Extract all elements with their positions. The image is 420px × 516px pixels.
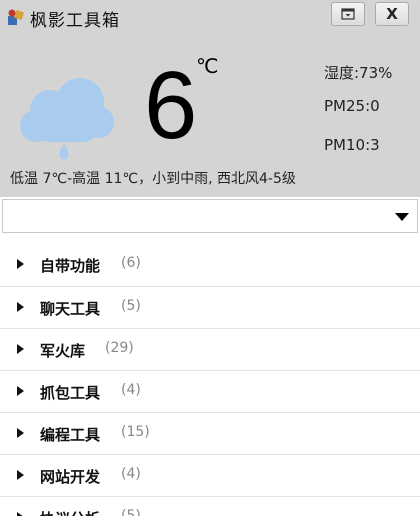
category-item[interactable]: 网站开发 (4) <box>0 454 420 496</box>
category-count: (4) <box>121 382 141 398</box>
title-bar[interactable]: 枫影工具箱 X <box>0 0 420 34</box>
toolbox-window: 枫影工具箱 X 6 ℃ 湿度:73% PM25:0 PM10:3 低温 7℃-高… <box>0 0 420 516</box>
category-label: 自带功能 <box>40 257 101 275</box>
expand-arrow-icon <box>17 344 24 354</box>
pm10-text: PM10:3 <box>324 136 380 154</box>
close-icon: X <box>386 5 398 23</box>
category-item[interactable]: 编程工具 (15) <box>0 412 420 454</box>
category-count: (29) <box>105 340 134 356</box>
expand-arrow-icon <box>17 428 24 438</box>
category-label: 编程工具 <box>40 426 101 444</box>
expand-arrow-icon <box>17 386 24 396</box>
temperature-value: 6 <box>144 52 198 159</box>
category-label: 聊天工具 <box>40 300 101 318</box>
menu-button[interactable] <box>331 2 365 26</box>
toolbox-app-icon <box>8 9 25 25</box>
chevron-down-icon <box>395 213 409 221</box>
category-count: (5) <box>121 508 141 516</box>
close-button[interactable]: X <box>375 2 409 26</box>
category-item[interactable]: 抓包工具 (4) <box>0 370 420 412</box>
expand-arrow-icon <box>17 470 24 480</box>
category-label: 抓包工具 <box>40 384 101 402</box>
category-count: (5) <box>121 298 141 314</box>
category-label: 网站开发 <box>40 468 101 486</box>
category-item[interactable]: 军火库 (29) <box>0 328 420 370</box>
rain-cloud-icon <box>20 78 114 160</box>
expand-arrow-icon <box>17 302 24 312</box>
expand-arrow-icon <box>17 512 24 516</box>
expand-arrow-icon <box>17 259 24 269</box>
category-list: 自带功能 (6) 聊天工具 (5) 军火库 (29) 抓包工具 (4) 编程工具… <box>0 244 420 516</box>
category-count: (6) <box>121 255 141 271</box>
dropdown-menu-icon <box>341 8 355 20</box>
temperature-unit: ℃ <box>196 54 219 78</box>
city-select[interactable] <box>2 199 418 233</box>
window-title: 枫影工具箱 <box>30 11 120 31</box>
forecast-text: 低温 7℃-高温 11℃，小到中雨, 西北风4-5级 <box>10 171 296 187</box>
category-item[interactable]: 协议分析 (5) <box>0 496 420 516</box>
humidity-text: 湿度:73% <box>324 64 393 82</box>
category-count: (4) <box>121 466 141 482</box>
category-item[interactable]: 聊天工具 (5) <box>0 286 420 328</box>
category-item[interactable]: 自带功能 (6) <box>0 244 420 286</box>
category-label: 协议分析 <box>40 508 100 516</box>
weather-panel: 6 ℃ 湿度:73% PM25:0 PM10:3 低温 7℃-高温 11℃，小到… <box>0 34 420 197</box>
category-label: 军火库 <box>40 342 86 360</box>
pm25-text: PM25:0 <box>324 97 380 115</box>
category-count: (15) <box>121 424 150 440</box>
